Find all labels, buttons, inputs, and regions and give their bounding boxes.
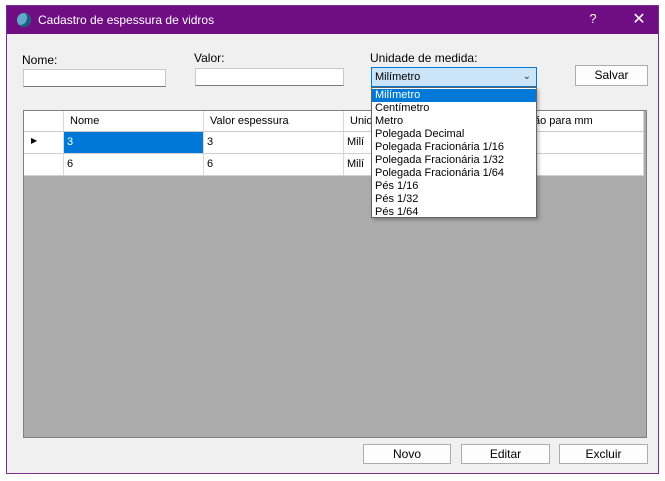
option-metro[interactable]: Metro bbox=[372, 115, 536, 128]
unidade-selected: Milímetro bbox=[375, 71, 421, 83]
option-polegada-fracionaria-64[interactable]: Polegada Fracionária 1/64 bbox=[372, 167, 536, 180]
title-bar[interactable]: Cadastro de espessura de vidros ? ✕ bbox=[7, 6, 658, 34]
unidade-dropdown-list[interactable]: Milímetro Centímetro Metro Polegada Deci… bbox=[371, 87, 537, 218]
option-polegada-fracionaria-32[interactable]: Polegada Fracionária 1/32 bbox=[372, 154, 536, 167]
save-button[interactable]: Salvar bbox=[575, 65, 648, 86]
novo-button[interactable]: Novo bbox=[363, 444, 451, 464]
table-row[interactable]: ▶ 3 3 Milí bbox=[24, 132, 644, 154]
cell-nome[interactable]: 3 bbox=[64, 132, 204, 153]
option-milimetro[interactable]: Milímetro bbox=[372, 89, 536, 102]
option-pes-32[interactable]: Pés 1/32 bbox=[372, 193, 536, 206]
table-row[interactable]: 6 6 Milí bbox=[24, 154, 644, 176]
option-pes-64[interactable]: Pés 1/64 bbox=[372, 206, 536, 219]
valor-input[interactable] bbox=[195, 68, 344, 86]
excluir-button[interactable]: Excluir bbox=[559, 444, 648, 464]
option-centimetro[interactable]: Centímetro bbox=[372, 102, 536, 115]
cell-valor[interactable]: 3 bbox=[204, 132, 344, 153]
window-title: Cadastro de espessura de vidros bbox=[38, 13, 215, 27]
option-pes-16[interactable]: Pés 1/16 bbox=[372, 180, 536, 193]
valor-label: Valor: bbox=[194, 51, 225, 65]
help-button[interactable]: ? bbox=[582, 11, 604, 29]
nome-input[interactable] bbox=[23, 69, 166, 87]
column-header-valor[interactable]: Valor espessura bbox=[204, 111, 344, 131]
column-header-nome[interactable]: Nome bbox=[64, 111, 204, 131]
current-row-icon: ▶ bbox=[31, 136, 38, 145]
cell-nome[interactable]: 6 bbox=[64, 154, 204, 175]
data-grid[interactable]: Nome Valor espessura Unid ão para mm ▶ 3… bbox=[23, 110, 647, 438]
option-polegada-decimal[interactable]: Polegada Decimal bbox=[372, 128, 536, 141]
close-button[interactable]: ✕ bbox=[629, 10, 649, 30]
option-polegada-fracionaria-16[interactable]: Polegada Fracionária 1/16 bbox=[372, 141, 536, 154]
unidade-combobox[interactable]: Milímetro ⌄ bbox=[371, 67, 537, 87]
grid-header: Nome Valor espessura Unid ão para mm bbox=[24, 111, 644, 132]
nome-label: Nome: bbox=[22, 53, 58, 67]
row-header-corner bbox=[24, 111, 64, 131]
unidade-label: Unidade de medida: bbox=[370, 51, 478, 65]
editar-button[interactable]: Editar bbox=[461, 444, 550, 464]
dialog-window: Cadastro de espessura de vidros ? ✕ Nome… bbox=[6, 5, 659, 474]
row-indicator[interactable]: ▶ bbox=[24, 132, 64, 153]
row-indicator[interactable] bbox=[24, 154, 64, 175]
chevron-down-icon[interactable]: ⌄ bbox=[523, 68, 531, 86]
app-icon bbox=[17, 13, 31, 27]
cell-valor[interactable]: 6 bbox=[204, 154, 344, 175]
